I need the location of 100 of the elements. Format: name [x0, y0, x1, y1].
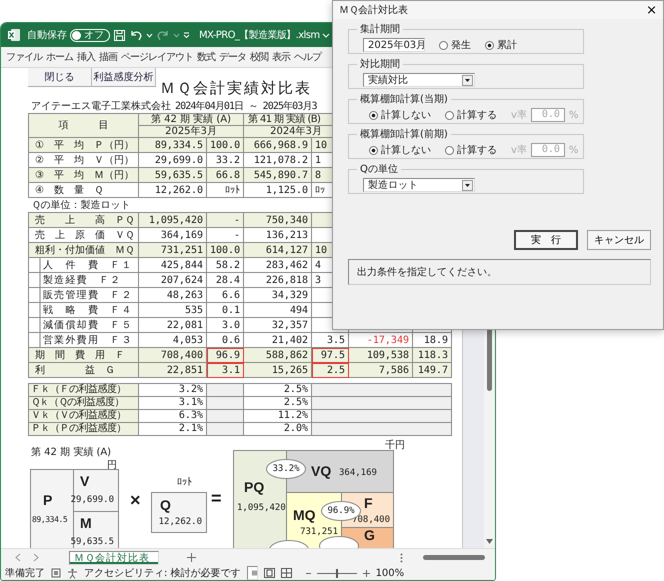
- table-cell: 48,263: [138, 288, 206, 302]
- table-cell: 535: [138, 302, 206, 318]
- ribbon-tab[interactable]: 校閲: [248, 50, 270, 64]
- dropdown[interactable]: 実績対比: [363, 73, 475, 87]
- dialog-button[interactable]: 実 行: [514, 230, 578, 250]
- undo-icon[interactable]: [129, 29, 143, 41]
- normal-view-icon[interactable]: [246, 566, 258, 580]
- table-cell: 22,851: [138, 362, 206, 378]
- previous-sheet-icon[interactable]: [15, 553, 21, 562]
- close-button[interactable]: ×: [640, 2, 663, 18]
- slider-thumb[interactable]: [336, 568, 338, 578]
- row-label: Ｖｋ（Ｖの利益感度）: [28, 410, 138, 422]
- table-cell: 15,265: [244, 362, 312, 378]
- page-layout-icon[interactable]: [264, 568, 275, 578]
- dropdown[interactable]: 2025年03月: [363, 38, 425, 52]
- chevron-icon[interactable]: [322, 32, 330, 38]
- sheet-button[interactable]: 利益感度分析: [92, 68, 156, 87]
- radio-label[interactable]: 累計: [497, 38, 517, 52]
- ribbon-tab[interactable]: 表示: [270, 50, 292, 64]
- more-icon[interactable]: [400, 552, 403, 562]
- block-value: 89,334.5: [32, 515, 68, 524]
- group-label: Qの単位: [359, 163, 399, 176]
- autosave-toggle[interactable]: オフ: [70, 28, 110, 42]
- radio-label[interactable]: 計算する: [457, 143, 497, 157]
- macro-icon[interactable]: [51, 568, 61, 578]
- radio-label[interactable]: 発生: [451, 38, 471, 52]
- message-text: 出力条件を指定してください。: [357, 266, 497, 279]
- ribbon-tab[interactable]: データ: [217, 50, 248, 64]
- block-label: PQ: [244, 479, 264, 495]
- accessibility-icon[interactable]: [67, 568, 78, 578]
- unit-label: 円: [107, 459, 117, 472]
- row-label: 人 件 費 Ｆ１: [28, 258, 138, 272]
- table-cell: 11.2%: [244, 410, 312, 422]
- table-cell: 2.5: [312, 362, 348, 378]
- row-label: 粗利・付加価値 ＭＱ: [28, 242, 138, 258]
- block-label: M: [80, 515, 92, 531]
- operator: =: [211, 488, 222, 509]
- table-cell: 6.6: [206, 288, 244, 302]
- scroll-thumb[interactable]: [423, 555, 485, 560]
- customize-icon[interactable]: [183, 32, 190, 38]
- row-label: ① 平 均 Ｐ（円）: [28, 138, 138, 152]
- radio-button[interactable]: [445, 110, 454, 120]
- unit-label: 千円: [385, 438, 405, 452]
- radio-label[interactable]: 計算する: [457, 108, 497, 122]
- zoom-in-icon[interactable]: [362, 570, 370, 576]
- radio-label[interactable]: 計算しない: [381, 108, 431, 122]
- next-sheet-icon[interactable]: [33, 553, 39, 562]
- unit-label: ﾛｯﾄ: [177, 476, 192, 488]
- diagram-title: 第 42 期 実績 (A): [31, 446, 112, 459]
- radio-button[interactable]: [439, 40, 448, 50]
- dropdown[interactable]: 製造ロット: [363, 178, 475, 192]
- ribbon-tab[interactable]: ファイル: [4, 50, 44, 64]
- zoom-level[interactable]: 100%: [376, 568, 404, 578]
- table-cell: 28.4: [206, 272, 244, 288]
- block-label: P: [43, 492, 52, 508]
- table-cell: 96.9: [206, 348, 244, 362]
- field-label: v率: [511, 144, 527, 157]
- sheet-button[interactable]: 閉じる: [28, 68, 92, 87]
- group-label: 概算棚卸計算(当期): [359, 92, 449, 106]
- redo-icon[interactable]: [156, 29, 170, 41]
- unit-label: %: [568, 110, 578, 120]
- table-cell: 494: [244, 302, 312, 318]
- add-sheet-icon[interactable]: [187, 553, 196, 562]
- block-label: V: [80, 473, 90, 489]
- radio-button[interactable]: [369, 110, 378, 120]
- ribbon-tab[interactable]: 描画: [97, 50, 119, 64]
- table-cell: 425,844: [138, 258, 206, 272]
- period-range: 2024年04月01日 ～ 2025年03月3: [175, 101, 317, 113]
- page-break-icon[interactable]: [280, 568, 292, 578]
- table-cell: 283,462: [244, 258, 312, 272]
- table-cell: 1,125.0: [244, 182, 312, 198]
- column-header: 項 目: [28, 114, 138, 138]
- ribbon-tab[interactable]: 挿入: [75, 50, 97, 64]
- radio-button[interactable]: [369, 146, 378, 154]
- block-label: Q: [160, 497, 171, 513]
- table-cell: 59,635.5: [138, 168, 206, 182]
- ribbon-tab[interactable]: ヘルプ: [292, 50, 323, 64]
- row-label: 営業外費用 Ｆ３: [28, 332, 138, 348]
- accessibility-status[interactable]: アクセシビリティ: 検討が必要です: [84, 566, 241, 580]
- save-icon[interactable]: [113, 28, 126, 42]
- dialog-button[interactable]: キャンセル: [587, 230, 651, 250]
- scroll-down-icon[interactable]: [486, 539, 494, 544]
- table-cell: 7,586: [348, 362, 412, 378]
- radio-label[interactable]: 計算しない: [381, 143, 431, 157]
- ribbon-tab[interactable]: ホーム: [44, 50, 75, 64]
- table-cell: 1,095,420: [138, 212, 206, 228]
- table-cell: 6.3%: [138, 410, 206, 422]
- table-cell: 545,890.7: [244, 168, 312, 182]
- block-label: F: [364, 495, 373, 511]
- radio-button[interactable]: [445, 146, 454, 154]
- ribbon-tab[interactable]: 数式: [195, 50, 217, 64]
- block-value: 29,699.0: [70, 495, 114, 505]
- operator: ×: [130, 490, 141, 511]
- table-cell: 731,251: [138, 242, 206, 258]
- table-cell: 109,538: [348, 348, 412, 362]
- table-cell: 149.7: [412, 362, 452, 378]
- caret-icon[interactable]: [173, 32, 180, 38]
- row-label: 売 上 高 ＰＱ: [28, 212, 138, 228]
- radio-button[interactable]: [485, 40, 494, 50]
- ribbon-tab[interactable]: ページレイアウト: [119, 50, 195, 64]
